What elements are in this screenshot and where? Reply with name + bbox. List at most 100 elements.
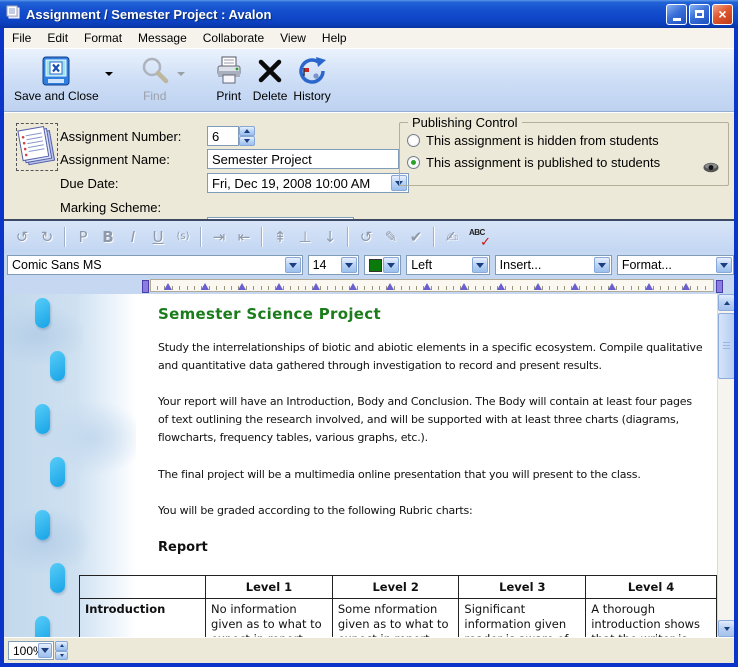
move-down-icon[interactable]: ↓: [322, 228, 338, 246]
ruler-tick: [290, 286, 291, 290]
tab-stop-marker[interactable]: [608, 283, 616, 290]
rubric-table[interactable]: Level 1Level 2Level 3Level 4Introduction…: [79, 575, 717, 637]
undo-icon[interactable]: ↺: [14, 228, 30, 246]
print-button[interactable]: Print: [213, 52, 245, 103]
tab-stop-marker[interactable]: [349, 283, 357, 290]
tab-stop-marker[interactable]: [497, 283, 505, 290]
assignment-name-field-wrap: [207, 149, 399, 169]
edit-pencil-icon[interactable]: ✎: [383, 228, 399, 246]
menu-edit[interactable]: Edit: [39, 29, 76, 47]
insert-menu-select[interactable]: Insert...: [495, 255, 612, 275]
stepper-up-button[interactable]: [55, 641, 68, 651]
tab-stop-marker[interactable]: [275, 283, 283, 290]
scroll-up-button[interactable]: [718, 294, 734, 311]
stepper-down-button[interactable]: [239, 136, 255, 146]
scrollbar-thumb[interactable]: [718, 313, 734, 379]
ruler-tick: [675, 286, 676, 290]
paragraph: Your report will have an Introduction, B…: [158, 393, 692, 447]
tab-stop-marker[interactable]: [571, 283, 579, 290]
minimize-button[interactable]: [666, 4, 687, 25]
tab-stop-marker[interactable]: [645, 283, 653, 290]
zoom-select[interactable]: 100%: [8, 641, 54, 660]
format-menu-dropdown-button[interactable]: [716, 257, 732, 273]
font-color-dropdown-button[interactable]: [383, 257, 399, 273]
font-size-dropdown-button[interactable]: [341, 257, 357, 273]
left-indent-marker[interactable]: [142, 280, 149, 293]
tab-stop-marker[interactable]: [238, 283, 246, 290]
tab-stop-marker[interactable]: [312, 283, 320, 290]
ruler-tick: [594, 286, 595, 290]
tab-stops-icon[interactable]: ⇞: [272, 228, 288, 246]
app-icon: [5, 4, 21, 25]
zoom-dropdown-button[interactable]: [38, 643, 52, 658]
font-color-select[interactable]: [364, 255, 401, 275]
hidden-option-row[interactable]: This assignment is hidden from students: [407, 133, 659, 148]
radio-selected-icon[interactable]: [407, 156, 420, 169]
tab-stop-marker[interactable]: [682, 283, 690, 290]
menu-message[interactable]: Message: [130, 29, 195, 47]
indent-increase-icon[interactable]: ⇥: [211, 228, 227, 246]
maximize-button[interactable]: [689, 4, 710, 25]
due-date-select[interactable]: Fri, Dec 19, 2008 10:00 AM: [207, 173, 409, 193]
document-body[interactable]: Semester Science Project Report Level 1L…: [4, 294, 717, 637]
italic-icon[interactable]: I: [125, 228, 141, 246]
alignment-dropdown-button[interactable]: [472, 257, 488, 273]
right-indent-marker[interactable]: [716, 280, 723, 293]
delete-button[interactable]: Delete: [253, 52, 288, 103]
spellcheck-icon[interactable]: ABC✓: [469, 228, 489, 246]
font-size-select[interactable]: 14: [308, 255, 360, 275]
redo-icon[interactable]: ↻: [39, 228, 55, 246]
due-date-label: Due Date:: [60, 173, 119, 193]
tab-stop-marker[interactable]: [386, 283, 394, 290]
insert-menu-dropdown-button[interactable]: [594, 257, 610, 273]
assignment-name-input[interactable]: [207, 149, 399, 169]
assignment-number-value[interactable]: 6: [207, 126, 239, 146]
scroll-down-button[interactable]: [718, 620, 734, 637]
menu-collaborate[interactable]: Collaborate: [195, 29, 272, 47]
published-option-row[interactable]: This assignment is published to students: [407, 155, 660, 170]
accept-icon[interactable]: ✔: [408, 228, 424, 246]
menu-file[interactable]: File: [4, 29, 39, 47]
font-size-value: 14: [313, 258, 327, 272]
status-bar: 100%: [4, 637, 734, 663]
title-bar[interactable]: Assignment / Semester Project : Avalon ×: [0, 0, 738, 28]
underline-icon[interactable]: U: [150, 228, 166, 246]
find-dropdown-icon[interactable]: [177, 72, 185, 76]
up-arrow-icon: [60, 644, 64, 647]
font-family-dropdown-button[interactable]: [285, 257, 301, 273]
tab-stop-marker[interactable]: [423, 283, 431, 290]
menu-help[interactable]: Help: [314, 29, 355, 47]
stepper-up-button[interactable]: [239, 126, 255, 136]
vertical-scrollbar[interactable]: [717, 294, 734, 637]
save-and-close-button[interactable]: Save and Close: [14, 52, 99, 103]
toolbar-separator: [433, 227, 435, 247]
save-dropdown-icon[interactable]: [105, 72, 113, 76]
ruler[interactable]: [150, 279, 714, 292]
tab-stop-marker[interactable]: [164, 283, 172, 290]
radio-unselected-icon[interactable]: [407, 134, 420, 147]
indent-decrease-icon[interactable]: ⇤: [236, 228, 252, 246]
save-icon: [40, 52, 72, 89]
history-button[interactable]: History: [293, 52, 330, 103]
signature-icon[interactable]: ✍: [444, 228, 460, 246]
format-menu-select[interactable]: Format...: [617, 255, 734, 275]
tab-stop-marker[interactable]: [460, 283, 468, 290]
stepper-down-button[interactable]: [55, 651, 68, 661]
close-button[interactable]: ×: [712, 4, 733, 25]
tab-stop-marker[interactable]: [534, 283, 542, 290]
menu-format[interactable]: Format: [76, 29, 130, 47]
bold-icon[interactable]: B: [100, 228, 116, 246]
font-family-select[interactable]: Comic Sans MS: [7, 255, 303, 275]
margins-icon[interactable]: ⊥: [297, 228, 313, 246]
chevron-down-icon: [598, 263, 606, 268]
ruler-tick: [697, 286, 698, 290]
menu-view[interactable]: View: [272, 29, 314, 47]
tab-stop-marker[interactable]: [201, 283, 209, 290]
alignment-select[interactable]: Left: [406, 255, 489, 275]
revert-icon[interactable]: ↺: [358, 228, 374, 246]
strikethrough-icon[interactable]: (s): [175, 231, 191, 242]
find-button[interactable]: Find: [139, 52, 171, 103]
plain-style-icon[interactable]: P: [75, 228, 91, 246]
assignment-name-label: Assignment Name:: [60, 149, 170, 169]
assignment-form-panel: Assignment Number: 6 Assignment Name: Du…: [4, 112, 734, 219]
